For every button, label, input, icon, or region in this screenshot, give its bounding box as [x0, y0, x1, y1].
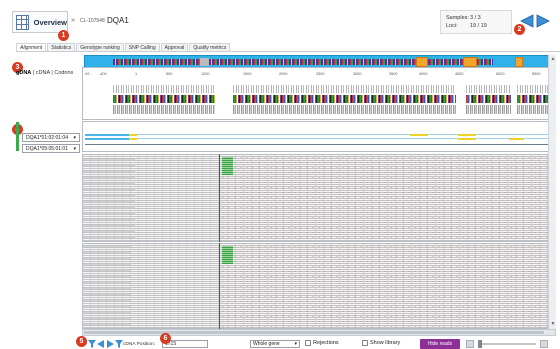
- callout-2: 2: [514, 24, 525, 35]
- allele-alignment-track: [82, 121, 556, 152]
- zoom-slider[interactable]: [478, 343, 536, 345]
- sequence-block: [113, 85, 215, 115]
- allele-name: DQA1*05:05:01:01: [26, 146, 68, 152]
- ruler-tick: 500: [166, 72, 173, 76]
- overview-highlight: [515, 57, 523, 67]
- rejections-label: Rejections: [313, 340, 339, 346]
- breadcrumb-sample[interactable]: CL-107548: [80, 18, 105, 24]
- snp-highlight: [222, 157, 233, 175]
- track-selector: gDNA | cDNA | Codons: [16, 70, 73, 76]
- callout-6: 6: [160, 333, 171, 344]
- cdna-position-label: cDNA Position:: [123, 342, 155, 347]
- snp-highlight: [222, 246, 233, 264]
- mismatch-marker: [129, 134, 137, 136]
- samples-value: 3 / 3: [470, 15, 481, 21]
- codons-option[interactable]: Codons: [54, 70, 73, 76]
- hide-reads-button[interactable]: Hide reads: [420, 339, 460, 349]
- mismatch-marker: [509, 138, 524, 140]
- mismatch-marker: [458, 134, 476, 136]
- samples-key: Samples:: [446, 15, 469, 21]
- mismatch-marker: [410, 134, 428, 136]
- position-ruler: -92 -400 1 500 1000 1500 2000 2500 3000 …: [83, 72, 555, 80]
- breadcrumb-separator: »: [71, 17, 75, 24]
- allele-coverage-line: [137, 138, 553, 139]
- sequence-block: [517, 85, 551, 115]
- sequence-block: [466, 85, 511, 115]
- allele-name: DQA1*01:02:01:04: [26, 135, 68, 141]
- read-pileup-1[interactable]: [82, 154, 556, 242]
- breadcrumb-gene: DQA1: [107, 16, 129, 25]
- ruler-tick: 2000: [279, 72, 288, 76]
- nav-forward-icon[interactable]: [536, 13, 550, 29]
- overview-gap: [200, 58, 209, 66]
- ruler-tick: -92: [84, 72, 90, 76]
- region-select[interactable]: Whole gene ▾: [250, 340, 300, 348]
- allele-select-1[interactable]: DQA1*01:02:01:04 ▾: [22, 133, 80, 142]
- allele-coverage-line: [85, 134, 129, 136]
- dropdown-arrow-icon: ▾: [73, 146, 76, 152]
- ruler-tick: 2500: [316, 72, 325, 76]
- allele-coverage-line: [85, 138, 129, 140]
- mismatch-marker: [458, 138, 476, 140]
- ruler-tick: 1: [135, 72, 138, 76]
- ruler-tick: 4000: [419, 72, 428, 76]
- ruler-tick: -400: [99, 72, 107, 76]
- track-sep: |: [32, 70, 35, 76]
- gdna-option[interactable]: gDNA: [16, 70, 31, 76]
- ruler-tick: 4500: [455, 72, 464, 76]
- show-library-checkbox[interactable]: [362, 340, 368, 346]
- overview-button[interactable]: Overview: [12, 11, 68, 33]
- position-cursor: [219, 154, 220, 242]
- zoom-slider-handle[interactable]: [478, 340, 482, 348]
- zoom-plus-icon[interactable]: [540, 340, 548, 348]
- overview-highlight: [463, 57, 477, 67]
- show-library-label: Show library: [370, 340, 401, 346]
- arrow-left-icon[interactable]: [97, 340, 105, 348]
- rejections-checkbox[interactable]: [305, 340, 311, 346]
- callout-1: 1: [58, 30, 69, 41]
- tab-divider: [16, 51, 560, 52]
- allele-coverage-line: [85, 144, 553, 145]
- zoom-minus-icon[interactable]: [466, 340, 474, 348]
- ruler-tick: 5000: [496, 72, 505, 76]
- allele-select-2[interactable]: DQA1*05:05:01:01 ▾: [22, 144, 80, 153]
- read-pileup-2[interactable]: [82, 243, 556, 329]
- allele-group-marker: [16, 122, 19, 151]
- allele-coverage-line: [137, 134, 553, 135]
- horizontal-scrollbar[interactable]: ⋯: [82, 329, 556, 336]
- callout-5: 5: [76, 336, 87, 347]
- ruler-tick: 1500: [243, 72, 252, 76]
- filter-icon[interactable]: [115, 340, 123, 348]
- mismatch-marker: [129, 138, 137, 140]
- ruler-tick: 5500: [532, 72, 541, 76]
- ruler-tick: 1000: [201, 72, 210, 76]
- region-select-value: Whole gene: [253, 341, 280, 347]
- gdna-track: -92 -400 1 500 1000 1500 2000 2500 3000 …: [82, 67, 556, 120]
- arrow-right-icon[interactable]: [106, 340, 114, 348]
- scrollbar-grip-icon: ⋯: [313, 330, 317, 335]
- dropdown-arrow-icon: ▾: [73, 135, 76, 141]
- vertical-scrollbar[interactable]: ▲ ▼: [548, 55, 556, 329]
- dropdown-arrow-icon: ▾: [294, 341, 297, 347]
- sequence-block: [233, 85, 456, 115]
- grid-icon: [16, 14, 29, 30]
- counts-panel: Samples: 3 / 3 Loci: 19 / 19: [440, 10, 512, 34]
- header: Overview » CL-107548 DQA1 1 Samples: 3 / …: [0, 0, 560, 41]
- ruler-tick: 3000: [353, 72, 362, 76]
- filter-icon[interactable]: [88, 340, 96, 348]
- position-cursor: [219, 243, 220, 329]
- loci-key: Loci:: [446, 23, 458, 29]
- cdna-option[interactable]: cDNA: [36, 70, 50, 76]
- ruler-tick: 3500: [389, 72, 398, 76]
- overview-highlight: [416, 57, 428, 67]
- scroll-down-icon[interactable]: ▼: [550, 321, 556, 327]
- overview-label: Overview: [33, 17, 67, 27]
- loci-value: 19 / 19: [470, 23, 487, 29]
- track-sep: |: [51, 70, 53, 76]
- exon-map: [113, 59, 493, 65]
- scroll-up-icon[interactable]: ▲: [550, 56, 556, 62]
